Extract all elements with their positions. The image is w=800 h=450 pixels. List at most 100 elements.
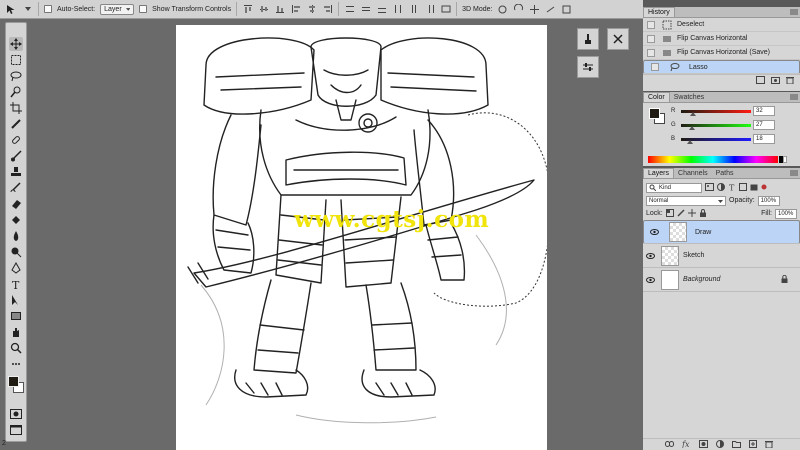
more-tools-icon[interactable] [9, 357, 23, 371]
align-left-icon[interactable] [290, 4, 301, 15]
paint-bucket-tool-icon[interactable] [9, 213, 23, 227]
filter-smart-object-icon[interactable] [750, 183, 758, 193]
3d-pan-icon[interactable] [529, 4, 540, 15]
blend-mode-dropdown[interactable]: Normal [646, 195, 726, 206]
3d-roll-icon[interactable] [513, 3, 524, 15]
blue-value-field[interactable]: 18 [753, 134, 775, 144]
pen-tool-icon[interactable] [9, 261, 23, 275]
eye-icon[interactable] [647, 229, 661, 235]
eye-icon[interactable] [643, 252, 657, 259]
green-value-field[interactable]: 27 [753, 120, 775, 130]
path-selection-tool-icon[interactable] [9, 293, 23, 307]
dodge-tool-icon[interactable] [9, 245, 23, 259]
adjustments-icon[interactable] [577, 56, 599, 78]
new-document-from-state-icon[interactable] [756, 75, 765, 86]
marquee-tool-icon[interactable] [9, 53, 23, 67]
layer-kind-filter[interactable]: Kind [646, 182, 702, 193]
filter-pixel-icon[interactable] [705, 182, 714, 193]
color-foreground-swatch[interactable] [649, 108, 660, 119]
align-right-icon[interactable] [322, 4, 333, 15]
tab-paths[interactable]: Paths [712, 168, 738, 178]
align-hcenter-icon[interactable] [306, 4, 317, 15]
history-item[interactable]: Lasso [643, 60, 800, 74]
move-tool-icon[interactable] [9, 37, 23, 51]
distribute-top-icon[interactable] [344, 4, 355, 15]
history-item[interactable]: Flip Canvas Horizontal (Save) [643, 46, 800, 60]
layer-row[interactable]: Sketch [643, 244, 800, 268]
trash-icon[interactable] [764, 440, 773, 450]
align-vcenter-icon[interactable] [258, 4, 269, 15]
brush-tool-icon[interactable] [9, 149, 23, 163]
distribute-right-icon[interactable] [424, 4, 435, 15]
layer-row[interactable]: Background [643, 268, 800, 292]
3d-rotate-icon[interactable] [497, 4, 508, 15]
history-snapshot-box[interactable] [651, 63, 659, 71]
layer-row[interactable]: Draw [643, 220, 800, 244]
3d-slide-icon[interactable] [545, 4, 556, 15]
adjustment-layer-icon[interactable] [715, 439, 724, 450]
trash-icon[interactable] [786, 76, 794, 86]
green-slider-thumb[interactable] [689, 126, 695, 130]
red-value-field[interactable]: 32 [753, 106, 775, 116]
move-tool-icon[interactable] [6, 4, 17, 15]
3d-scale-icon[interactable] [561, 4, 572, 15]
tab-swatches[interactable]: Swatches [670, 92, 708, 102]
filter-adjustment-icon[interactable] [717, 182, 725, 193]
history-item[interactable]: Flip Canvas Horizontal [643, 32, 800, 46]
tab-history[interactable]: History [643, 7, 675, 17]
rectangle-tool-icon[interactable] [9, 309, 23, 323]
color-spectrum-ramp[interactable] [648, 156, 778, 163]
tab-color[interactable]: Color [643, 92, 670, 102]
type-tool-icon[interactable]: T [9, 277, 23, 291]
layer-style-icon[interactable]: fx [681, 440, 691, 450]
align-top-icon[interactable] [242, 4, 253, 15]
history-brush-tool-icon[interactable] [9, 181, 23, 195]
distribute-bottom-icon[interactable] [376, 4, 387, 15]
distribute-left-icon[interactable] [392, 4, 403, 15]
filter-type-icon[interactable]: T [728, 183, 736, 193]
lock-all-icon[interactable] [699, 208, 707, 219]
document-canvas[interactable]: www.cgtsj.com [176, 25, 547, 450]
history-snapshot-box[interactable] [647, 48, 655, 57]
history-item[interactable]: Deselect [643, 18, 800, 32]
auto-align-icon[interactable] [440, 4, 451, 15]
filter-toggle-icon[interactable] [761, 184, 767, 192]
history-snapshot-box[interactable] [647, 20, 655, 29]
new-group-icon[interactable] [731, 440, 741, 450]
clone-stamp-tool-icon[interactable] [9, 165, 23, 179]
foreground-color-swatch[interactable] [8, 376, 19, 387]
filter-shape-icon[interactable] [739, 182, 747, 193]
auto-select-checkbox[interactable] [44, 5, 52, 13]
panel-menu-icon[interactable] [788, 168, 800, 178]
link-layers-icon[interactable] [664, 440, 674, 449]
panel-menu-icon[interactable] [788, 92, 800, 102]
add-mask-icon[interactable] [698, 439, 708, 450]
lock-position-icon[interactable] [687, 208, 696, 219]
color-swatches[interactable] [6, 373, 26, 399]
eyedropper-tool-icon[interactable] [9, 117, 23, 131]
healing-brush-tool-icon[interactable] [9, 133, 23, 147]
blur-tool-icon[interactable] [9, 229, 23, 243]
new-layer-icon[interactable] [748, 439, 757, 450]
white-swatch[interactable] [783, 156, 787, 163]
crop-tool-icon[interactable] [9, 101, 23, 115]
lock-icon[interactable] [781, 274, 788, 285]
eraser-tool-icon[interactable] [9, 197, 23, 211]
brush-presets-icon[interactable] [577, 28, 599, 50]
show-transform-checkbox[interactable] [139, 5, 148, 13]
panel-menu-icon[interactable] [788, 7, 800, 17]
fill-field[interactable]: 100% [775, 208, 797, 219]
opacity-field[interactable]: 100% [757, 195, 780, 206]
hand-tool-icon[interactable] [9, 325, 23, 339]
auto-select-dropdown[interactable]: Layer [100, 3, 135, 15]
zoom-tool-icon[interactable] [9, 341, 23, 355]
distribute-vcenter-icon[interactable] [360, 4, 371, 15]
red-slider-thumb[interactable] [690, 112, 696, 116]
eye-icon[interactable] [643, 276, 657, 283]
tab-channels[interactable]: Channels [674, 168, 712, 178]
distribute-hcenter-icon[interactable] [408, 4, 419, 15]
history-snapshot-box[interactable] [647, 34, 655, 43]
tools-panel-icon[interactable] [607, 28, 629, 50]
align-bottom-icon[interactable] [274, 4, 285, 15]
quick-select-tool-icon[interactable] [9, 85, 23, 99]
